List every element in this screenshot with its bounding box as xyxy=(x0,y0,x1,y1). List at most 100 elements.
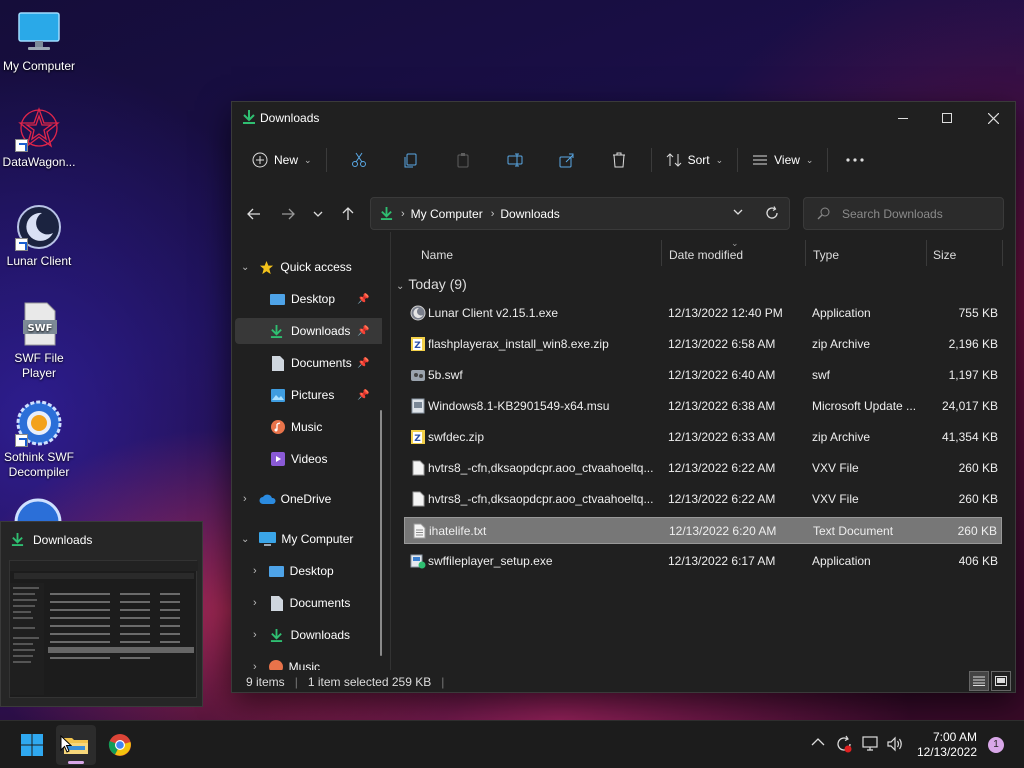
sidebar-item-music[interactable]: Music xyxy=(232,414,382,440)
toolbar-divider xyxy=(827,148,829,172)
close-button[interactable] xyxy=(970,102,1016,134)
column-header-date[interactable]: Date modified xyxy=(669,248,743,262)
sync-icon xyxy=(837,735,852,753)
window-title: Downloads xyxy=(260,111,320,125)
share-button[interactable] xyxy=(551,144,583,176)
clock-date: 12/13/2022 xyxy=(916,745,977,759)
tiles-view-icon xyxy=(995,676,1007,686)
desktop-icon-sothink[interactable]: Sothink SWF Decompiler xyxy=(0,399,78,480)
file-row[interactable]: Zflashplayerax_install_win8.exe.zip 12/13… xyxy=(404,331,1002,358)
title-bar[interactable]: Downloads xyxy=(232,102,1015,134)
pin-icon[interactable]: 📌 xyxy=(357,294,369,305)
column-divider[interactable] xyxy=(1002,240,1003,266)
pin-icon[interactable]: 📌 xyxy=(357,390,369,401)
layout-toggle xyxy=(969,671,1011,691)
minimize-button[interactable] xyxy=(880,102,926,134)
notification-badge[interactable]: 1 xyxy=(988,737,1004,753)
sidebar-item-videos[interactable]: Videos xyxy=(232,446,382,472)
column-header-size[interactable]: Size xyxy=(933,248,956,262)
svg-text:Z: Z xyxy=(414,434,421,444)
sidebar-item-documents[interactable]: Documents 📌 xyxy=(232,350,382,376)
file-row[interactable]: Windows8.1-KB2901549-x64.msu 12/13/2022 6… xyxy=(404,393,1002,420)
column-header-name[interactable]: Name xyxy=(421,248,453,262)
new-button[interactable]: New ⌄ xyxy=(244,144,320,176)
start-button[interactable] xyxy=(12,725,52,765)
sort-button[interactable]: Sort ⌄ xyxy=(658,144,732,176)
cut-button[interactable] xyxy=(343,144,375,176)
sidebar-scrollbar[interactable] xyxy=(380,410,382,656)
pin-icon[interactable]: 📌 xyxy=(357,358,369,369)
file-row[interactable]: ihatelife.txt 12/13/2022 6:20 AM Text Docu… xyxy=(404,517,1002,544)
search-box[interactable] xyxy=(803,197,1004,230)
maximize-button[interactable] xyxy=(924,102,970,134)
sidebar-item-downloads[interactable]: Downloads 📌 xyxy=(235,318,382,344)
sidebar-item-desktop[interactable]: Desktop 📌 xyxy=(232,286,382,312)
taskbar-thumbnail-preview[interactable]: Downloads xyxy=(0,521,203,707)
sidebar-item-pictures[interactable]: Pictures 📌 xyxy=(232,382,382,408)
zip-icon: Z xyxy=(410,429,426,445)
file-row[interactable]: hvtrs8_-cfn,dksaopdcpr.aoo_ctvaahoeltq..… xyxy=(404,455,1002,482)
pane-divider[interactable] xyxy=(390,232,391,670)
downloads-arrow-icon xyxy=(270,324,283,339)
taskbar-clock[interactable]: 7:00 AM 12/13/2022 xyxy=(912,730,977,760)
star-icon xyxy=(259,260,274,275)
music-icon xyxy=(271,420,285,434)
desktop-icon-lunar-client[interactable]: Lunar Client xyxy=(0,203,78,269)
taskbar-chrome-button[interactable] xyxy=(100,725,140,765)
more-options-button[interactable] xyxy=(838,144,872,176)
rename-button[interactable] xyxy=(499,144,531,176)
details-view-button[interactable] xyxy=(969,671,989,691)
show-hidden-icons-button[interactable] xyxy=(811,737,825,747)
pin-icon[interactable]: 📌 xyxy=(357,326,369,337)
copy-button[interactable] xyxy=(395,144,427,176)
breadcrumb-my-computer[interactable]: My Computer xyxy=(411,207,483,221)
sidebar-item-my-computer[interactable]: ⌄ My Computer xyxy=(232,526,382,552)
sidebar-item-pc-downloads[interactable]: › Downloads xyxy=(232,622,382,648)
address-dropdown-button[interactable] xyxy=(733,209,743,215)
column-header-row: Name Date modified ⌄ Type Size xyxy=(391,238,1015,270)
chevron-down-icon xyxy=(733,209,743,215)
view-button[interactable]: View ⌄ xyxy=(744,144,821,176)
file-row[interactable]: Lunar Client v2.15.1.exe 12/13/2022 12:40… xyxy=(404,300,1002,327)
refresh-button[interactable] xyxy=(765,206,779,220)
sidebar-item-quick-access[interactable]: ⌄ Quick access xyxy=(232,254,382,280)
column-divider[interactable] xyxy=(805,240,806,266)
forward-button[interactable] xyxy=(276,204,300,224)
tray-network-icon[interactable] xyxy=(862,735,880,753)
recent-locations-button[interactable] xyxy=(306,204,330,224)
delete-button[interactable] xyxy=(603,144,635,176)
status-divider: | xyxy=(441,675,445,689)
file-name: flashplayerax_install_win8.exe.zip xyxy=(428,337,609,351)
column-divider[interactable] xyxy=(926,240,927,266)
up-button[interactable] xyxy=(336,204,360,224)
sidebar-item-pc-music[interactable]: › Music xyxy=(232,654,382,670)
search-icon xyxy=(817,207,830,220)
sidebar-item-pc-desktop[interactable]: › Desktop xyxy=(232,558,382,584)
file-row[interactable]: 5b.swf 12/13/2022 6:40 AM swf 1,197 KB xyxy=(404,362,1002,389)
file-row[interactable]: swffileplayer_setup.exe 12/13/2022 6:17 A… xyxy=(404,548,1002,575)
desktop-icon-swf-file-player[interactable]: SWF SWF File Player xyxy=(0,300,78,381)
sidebar-item-pc-documents[interactable]: › Documents xyxy=(232,590,382,616)
tray-volume-icon[interactable] xyxy=(886,735,904,753)
desktop-icon-datawagon[interactable]: DataWagon... xyxy=(0,104,78,170)
file-size: 755 KB xyxy=(958,306,998,320)
column-header-type[interactable]: Type xyxy=(813,248,839,262)
tray-sync-icon[interactable] xyxy=(835,735,853,753)
paste-button[interactable] xyxy=(447,144,479,176)
tiles-view-button[interactable] xyxy=(991,671,1011,691)
back-button[interactable] xyxy=(242,204,266,224)
file-date: 12/13/2022 6:22 AM xyxy=(668,492,776,506)
chevron-right-icon: › xyxy=(253,565,257,577)
file-row[interactable]: hvtrs8_-cfn,dksaopdcpr.aoo_ctvaahoeltq..… xyxy=(404,486,1002,513)
file-row[interactable]: Zswfdec.zip 12/13/2022 6:33 AM zip Archive… xyxy=(404,424,1002,451)
document-icon xyxy=(272,355,284,371)
file-type: VXV File xyxy=(812,461,859,475)
breadcrumb-downloads[interactable]: Downloads xyxy=(500,207,559,221)
address-bar[interactable]: › My Computer › Downloads xyxy=(370,197,790,230)
group-header[interactable]: ⌄ Today (9) xyxy=(396,276,467,292)
file-date: 12/13/2022 6:20 AM xyxy=(669,524,777,538)
desktop-icon-my-computer[interactable]: My Computer xyxy=(0,8,78,74)
column-divider[interactable] xyxy=(661,240,662,266)
search-input[interactable] xyxy=(842,206,992,221)
sidebar-item-onedrive[interactable]: › OneDrive xyxy=(232,486,382,512)
